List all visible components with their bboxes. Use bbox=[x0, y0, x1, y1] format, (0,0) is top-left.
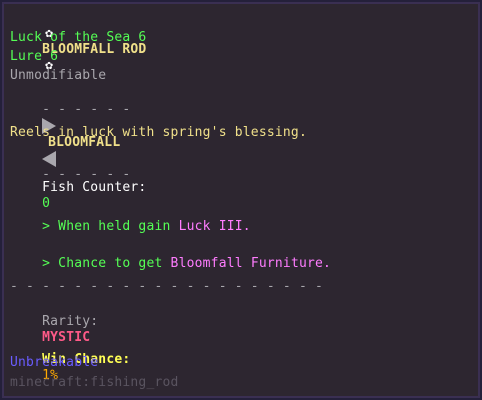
item-tooltip: ✿ BLOOMFALL ROD ✿ Luck of the Sea 6 Lure… bbox=[0, 0, 482, 400]
ability-highlight: Luck III. bbox=[178, 219, 251, 234]
rarity-label: Rarity: bbox=[42, 314, 99, 329]
section-separator: - - - - - - - - - - - - - - - - - - - - bbox=[10, 279, 324, 294]
enchant-line: Lure 6 bbox=[10, 49, 59, 64]
ability-highlight: Bloomfall Furniture. bbox=[170, 256, 332, 271]
item-description: Reels in luck with spring's blessing. bbox=[10, 125, 307, 140]
unmodifiable-label: Unmodifiable bbox=[10, 68, 107, 83]
fish-counter-label: Fish Counter: bbox=[42, 180, 147, 195]
divider-dashes-left: - - - - - - bbox=[42, 102, 131, 117]
ability-text: > Chance to get bbox=[42, 256, 171, 271]
item-id: minecraft:fishing_rod bbox=[10, 375, 179, 390]
unbreakable-label: Unbreakable bbox=[10, 355, 99, 370]
ability-text: > When held gain bbox=[42, 219, 179, 234]
enchant-line: Luck of the Sea 6 bbox=[10, 30, 147, 45]
